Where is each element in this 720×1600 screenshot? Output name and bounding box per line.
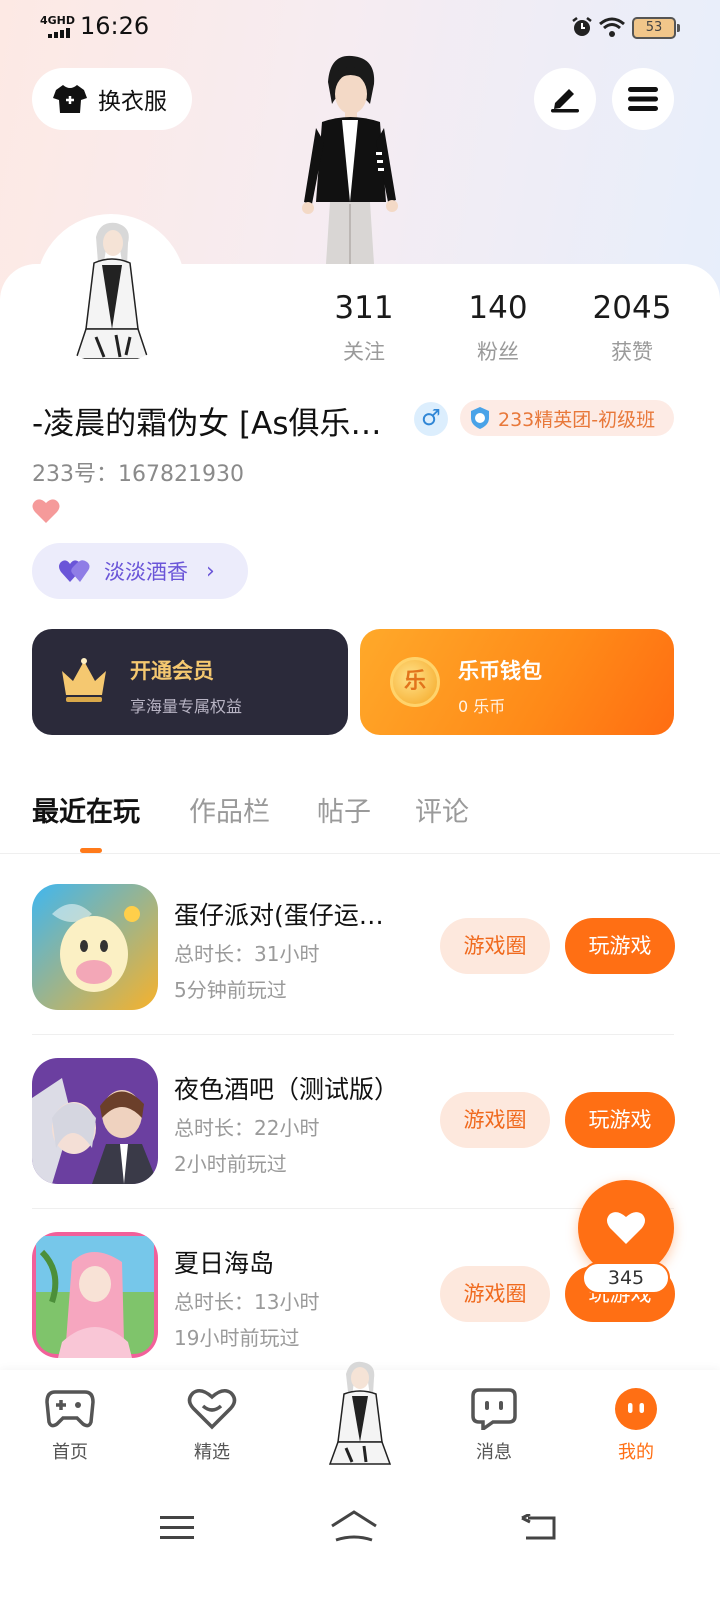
game-icon-summer-island (32, 1232, 158, 1358)
game-name: 蛋仔派对(蛋仔运… (174, 901, 384, 930)
crown-icon (62, 658, 106, 702)
profile-face-icon (615, 1388, 657, 1430)
double-heart-icon (59, 560, 90, 582)
nav-label-home: 首页 (52, 1442, 88, 1463)
followers-count: 140 (468, 290, 528, 326)
nav-item-featured[interactable]: 精选 (162, 1388, 262, 1464)
nav-label-messages: 消息 (476, 1442, 512, 1463)
stat-likes[interactable]: 2045 获赞 (572, 290, 692, 366)
game-circle-button[interactable]: 游戏圈 (440, 918, 550, 974)
gender-male-icon: ♂ (414, 402, 448, 436)
nav-item-messages[interactable]: 消息 (444, 1388, 544, 1464)
battery-indicator: 53 (632, 17, 680, 39)
vip-subtitle: 享海量专属权益 (130, 697, 243, 716)
signal-icon (48, 28, 70, 38)
game-name: 夜色酒吧（测试版） (174, 1075, 400, 1104)
play-game-button[interactable]: 玩游戏 (565, 1092, 675, 1148)
badge-shield-icon (471, 407, 489, 429)
game-icon-eggy-party (32, 884, 158, 1010)
relationship-tag-label: 淡淡酒香 (104, 560, 188, 584)
clock: 16:26 (80, 12, 150, 40)
wallet-balance: 0 乐币 (458, 697, 506, 716)
divider (32, 1034, 674, 1035)
user-id: 233号：167821930 (32, 462, 244, 487)
stat-following[interactable]: 311 关注 (304, 290, 424, 366)
followers-label: 粉丝 (477, 340, 519, 364)
heart-icon (32, 499, 60, 523)
play-game-button[interactable]: 玩游戏 (565, 918, 675, 974)
edit-profile-button[interactable] (534, 68, 596, 130)
game-last-played: 19小时前玩过 (174, 1326, 300, 1350)
back-icon[interactable] (520, 1514, 556, 1542)
tab-recently-played[interactable]: 最近在玩 (32, 790, 140, 829)
gamepad-icon (45, 1390, 95, 1428)
nav-label-featured: 精选 (194, 1442, 230, 1463)
heart-outline-icon (187, 1389, 237, 1430)
nav-item-home[interactable]: 首页 (20, 1388, 120, 1464)
change-outfit-label: 换衣服 (98, 89, 167, 115)
avatar-3d-figure[interactable] (290, 52, 410, 264)
game-icon-night-bar (32, 1058, 158, 1184)
vip-title: 开通会员 (130, 659, 214, 683)
avatar[interactable] (36, 214, 186, 364)
username: -凌晨的霜伪女 [As俱乐… (32, 406, 382, 442)
game-circle-button[interactable]: 游戏圈 (440, 1266, 550, 1322)
tshirt-icon (53, 85, 87, 113)
tab-comments[interactable]: 评论 (415, 790, 469, 829)
divider (0, 853, 720, 854)
recent-apps-icon[interactable] (160, 1514, 194, 1542)
relationship-tag-button[interactable]: 淡淡酒香 › (32, 543, 248, 599)
wifi-icon (599, 17, 625, 37)
nav-item-me[interactable]: 我的 (586, 1388, 686, 1464)
likes-label: 获赞 (611, 340, 653, 364)
stat-followers[interactable]: 140 粉丝 (438, 290, 558, 366)
game-last-played: 2小时前玩过 (174, 1152, 287, 1176)
nav-center-avatar[interactable] (318, 1360, 402, 1466)
avatar-figure (75, 222, 149, 359)
group-badge[interactable]: 233精英团-初级班 (460, 400, 674, 436)
divider (32, 1208, 674, 1209)
system-navigation-bar (0, 1484, 720, 1600)
tab-works[interactable]: 作品栏 (189, 790, 270, 829)
home-icon[interactable] (330, 1510, 378, 1544)
following-label: 关注 (343, 340, 385, 364)
game-circle-button[interactable]: 游戏圈 (440, 1092, 550, 1148)
following-count: 311 (334, 290, 394, 326)
game-name: 夏日海岛 (174, 1249, 275, 1278)
status-bar: 4GHD 16:26 53 (0, 0, 720, 56)
group-badge-label: 233精英团-初级班 (498, 408, 656, 431)
nav-label-me: 我的 (618, 1442, 654, 1463)
list-item[interactable]: 蛋仔派对(蛋仔运… 总时长：31小时 5分钟前玩过 游戏圈 玩游戏 (0, 884, 720, 1058)
chat-icon (471, 1388, 517, 1433)
menu-button[interactable] (612, 68, 674, 130)
chevron-right-icon: › (206, 558, 215, 584)
coin-icon: 乐 (390, 657, 440, 707)
heart-icon (607, 1212, 645, 1244)
game-duration: 总时长：13小时 (174, 1290, 320, 1314)
vip-membership-card[interactable]: 开通会员 享海量专属权益 (32, 629, 348, 735)
likes-count: 2045 (592, 290, 672, 326)
wallet-title: 乐币钱包 (458, 659, 542, 683)
hamburger-icon (628, 87, 658, 111)
alarm-icon (572, 17, 592, 36)
network-type: 4GHD (40, 14, 76, 27)
game-duration: 总时长：22小时 (174, 1116, 320, 1140)
like-count: 345 (582, 1262, 670, 1294)
wallet-card[interactable]: 乐 乐币钱包 0 乐币 (360, 629, 674, 735)
game-last-played: 5分钟前玩过 (174, 978, 287, 1002)
tab-posts[interactable]: 帖子 (317, 790, 371, 829)
change-outfit-button[interactable]: 换衣服 (32, 68, 192, 130)
pencil-icon (551, 89, 579, 113)
game-duration: 总时长：31小时 (174, 942, 320, 966)
